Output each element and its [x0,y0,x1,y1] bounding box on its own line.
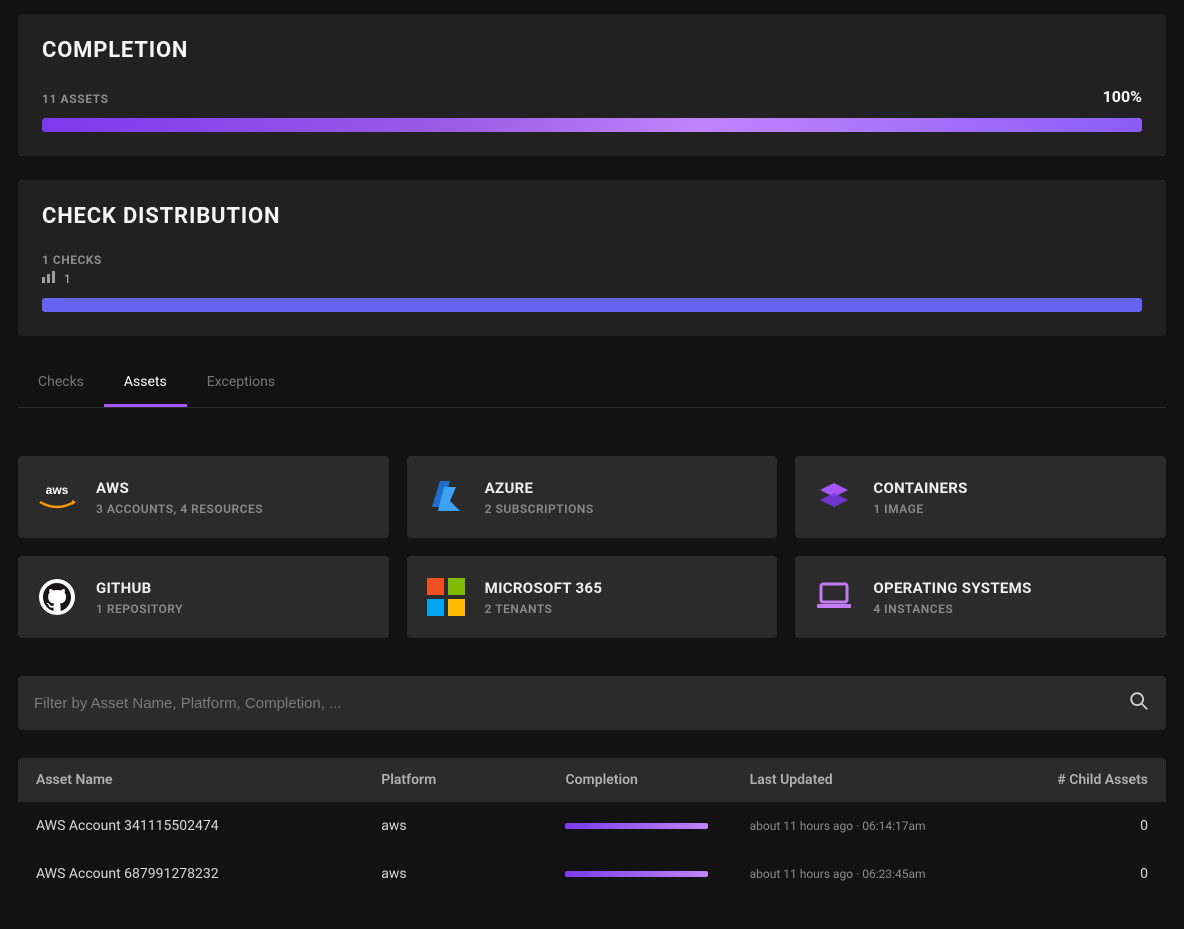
cell-platform: aws [373,866,557,882]
cell-completion [557,823,741,829]
checks-count: 1 CHECKS [42,253,1142,267]
completion-title: COMPLETION [42,38,1142,63]
provider-title: OPERATING SYSTEMS [873,579,1031,597]
th-platform[interactable]: Platform [373,772,557,788]
check-distribution-card: CHECK DISTRIBUTION 1 CHECKS 1 [18,180,1166,336]
th-asset-name[interactable]: Asset Name [28,772,373,788]
cell-last-updated: about 11 hours ago · 06:23:45am [742,866,1018,882]
tabs: Checks Assets Exceptions [18,360,1166,408]
th-child-assets[interactable]: # Child Assets [1018,772,1156,788]
containers-icon [813,476,855,518]
provider-card-azure[interactable]: AZURE 2 SUBSCRIPTIONS [407,456,778,538]
th-completion[interactable]: Completion [557,772,741,788]
completion-percent: 100% [1103,87,1142,106]
table-row[interactable]: AWS Account 687991278232 aws about 11 ho… [18,850,1166,898]
distribution-legend-count: 1 [64,272,71,286]
tab-exceptions[interactable]: Exceptions [187,360,295,407]
bar-chart-icon [42,271,56,286]
provider-subtitle: 3 ACCOUNTS, 4 RESOURCES [96,502,263,516]
azure-icon [425,476,467,518]
distribution-legend: 1 [42,271,1142,286]
cell-child-assets: 0 [1018,866,1156,882]
provider-title: GITHUB [96,579,183,597]
provider-title: AZURE [485,479,594,497]
microsoft-icon [425,576,467,618]
table-header: Asset Name Platform Completion Last Upda… [18,758,1166,802]
check-distribution-title: CHECK DISTRIBUTION [42,204,1142,229]
search-icon[interactable] [1128,690,1150,716]
provider-subtitle: 1 IMAGE [873,502,967,516]
cell-child-assets: 0 [1018,818,1156,834]
aws-icon: aws [36,476,78,518]
completion-card: COMPLETION 11 ASSETS 100% [18,14,1166,156]
tab-checks[interactable]: Checks [18,360,104,407]
assets-table: Asset Name Platform Completion Last Upda… [18,758,1166,898]
provider-card-microsoft365[interactable]: MICROSOFT 365 2 TENANTS [407,556,778,638]
th-last-updated[interactable]: Last Updated [742,772,1018,788]
search-input[interactable] [34,695,1128,712]
search-container [18,676,1166,730]
completion-assets-count: 11 ASSETS [42,92,109,106]
provider-card-github[interactable]: GITHUB 1 REPOSITORY [18,556,389,638]
provider-subtitle: 4 INSTANCES [873,602,1031,616]
provider-grid: aws AWS 3 ACCOUNTS, 4 RESOURCES AZURE 2 … [18,456,1166,638]
provider-card-aws[interactable]: aws AWS 3 ACCOUNTS, 4 RESOURCES [18,456,389,538]
svg-text:aws: aws [46,483,69,497]
provider-card-operating-systems[interactable]: OPERATING SYSTEMS 4 INSTANCES [795,556,1166,638]
provider-title: AWS [96,479,263,497]
provider-title: CONTAINERS [873,479,967,497]
provider-title: MICROSOFT 365 [485,579,603,597]
table-row[interactable]: AWS Account 341115502474 aws about 11 ho… [18,802,1166,850]
provider-subtitle: 2 TENANTS [485,602,603,616]
cell-platform: aws [373,818,557,834]
cell-asset-name: AWS Account 687991278232 [28,866,373,882]
provider-card-containers[interactable]: CONTAINERS 1 IMAGE [795,456,1166,538]
cell-asset-name: AWS Account 341115502474 [28,818,373,834]
provider-subtitle: 2 SUBSCRIPTIONS [485,502,594,516]
tab-assets[interactable]: Assets [104,360,187,407]
distribution-progressbar [42,298,1142,312]
provider-subtitle: 1 REPOSITORY [96,602,183,616]
cell-last-updated: about 11 hours ago · 06:14:17am [742,818,1018,834]
cell-completion [557,871,741,877]
completion-progressbar [42,118,1142,132]
laptop-icon [813,576,855,618]
github-icon [36,576,78,618]
